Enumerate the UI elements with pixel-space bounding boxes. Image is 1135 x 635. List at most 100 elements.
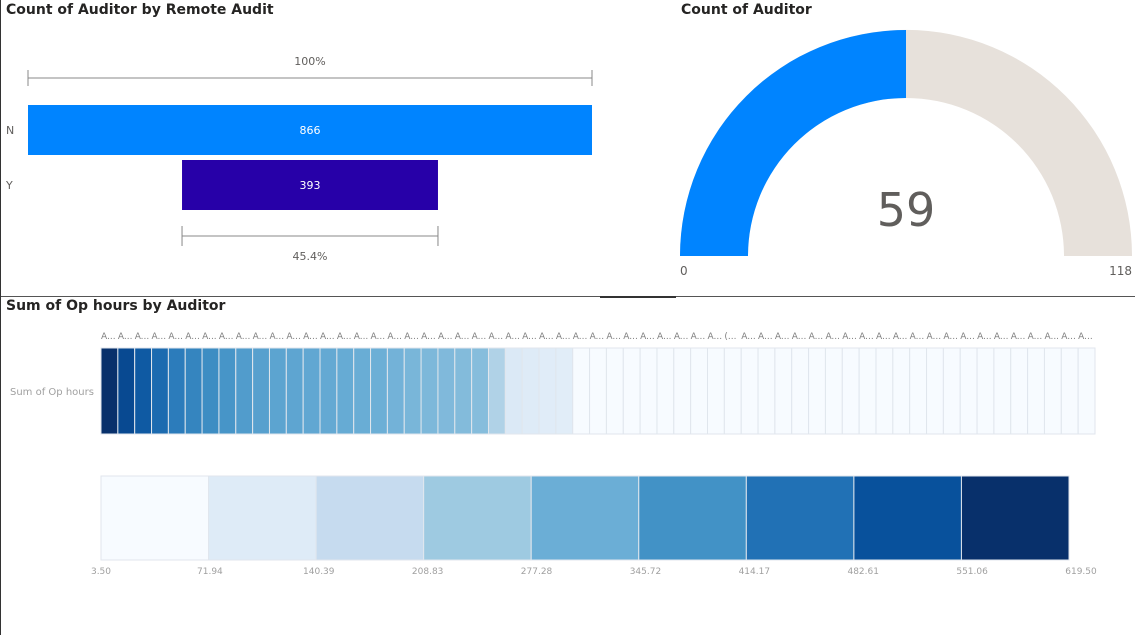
legend-swatch [853, 475, 962, 561]
legend-tick-label: 277.28 [521, 567, 553, 577]
heatmap-cell [268, 347, 287, 435]
heatmap-cell [420, 347, 439, 435]
legend-tick-label: 414.17 [739, 567, 771, 577]
legend-swatch [745, 475, 855, 561]
heatmap-column-label: A... [286, 332, 301, 342]
legend-swatch [208, 475, 317, 561]
heatmap-cell [622, 347, 641, 435]
heatmap-column-label: A... [606, 332, 621, 342]
funnel-top-annotation: 100% [294, 55, 325, 68]
heatmap-column-label: A... [623, 332, 638, 342]
heatmap-column-label: A... [505, 332, 520, 342]
funnel-chart-panel: Count of Auditor by Remote Audit 100% 866… [0, 0, 601, 296]
heatmap-column-label: A... [135, 332, 150, 342]
heatmap-column-label: A... [825, 332, 840, 342]
gauge-fill [680, 30, 906, 256]
heatmap-column-label: A... [404, 332, 419, 342]
heatmap-column-label: A... [741, 332, 756, 342]
heatmap-column-label: A... [994, 332, 1009, 342]
heatmap-column-label: A... [573, 332, 588, 342]
heatmap-cell [151, 347, 169, 435]
heatmap-column-label: A... [691, 332, 706, 342]
heatmap-column-label: A... [236, 332, 251, 342]
heatmap-cell [572, 347, 591, 435]
heatmap-column-label: A... [927, 332, 942, 342]
heatmap-column-label: A... [219, 332, 234, 342]
heatmap-column-label: A... [101, 332, 116, 342]
heatmap-cell [471, 347, 489, 435]
heatmap-column-label: A... [1061, 332, 1076, 342]
heatmap-cell [285, 347, 304, 435]
heatmap-row-label: Sum of Op hours [10, 387, 94, 398]
heatmap-column-label: A... [253, 332, 268, 342]
heatmap-cell [976, 347, 995, 435]
heatmap-cell [302, 347, 321, 435]
heatmap-cell [370, 347, 388, 435]
heatmap-cell [707, 347, 725, 435]
heatmap-cell [959, 347, 978, 435]
heatmap-cell [235, 347, 254, 435]
heatmap-cell [1077, 347, 1096, 435]
legend-swatch [530, 475, 640, 561]
legend-tick-label: 208.83 [412, 567, 444, 577]
gauge-chart: 59 0 118 [680, 29, 1132, 278]
heatmap-column-label: A... [893, 332, 908, 342]
heatmap-cell [656, 347, 675, 435]
heatmap-chart: Sum of Op hoursA... A... A... A... A... A... A… [10, 332, 1097, 577]
heatmap-column-label: A... [876, 332, 891, 342]
heatmap-cell [319, 347, 338, 435]
heatmap-column-label: A... [943, 332, 958, 342]
heatmap-column-label: A... [202, 332, 217, 342]
heatmap-cell [201, 347, 220, 435]
heatmap-column-label: A... [118, 332, 133, 342]
funnel-category-y: Y [5, 179, 13, 192]
gauge-max-label: 118 [1109, 264, 1132, 278]
heatmap-cell [218, 347, 237, 435]
heatmap-cell [774, 347, 793, 435]
heatmap-column-label: A... [320, 332, 335, 342]
heatmap-cell [909, 347, 928, 435]
heatmap-column-label: A... [758, 332, 773, 342]
legend-tick-label: 71.94 [197, 567, 223, 577]
heatmap-column-label: A... [303, 332, 318, 342]
heatmap-column-label: A... [354, 332, 369, 342]
heatmap-cell [1060, 347, 1079, 435]
heatmap-column-label: A... [472, 332, 487, 342]
gauge-value-label: 59 [877, 183, 936, 237]
heatmap-cell [252, 347, 270, 435]
heatmap-column-label: A... [387, 332, 402, 342]
heatmap-column-label: A... [1028, 332, 1043, 342]
heatmap-cell [336, 347, 355, 435]
legend-swatch [100, 475, 210, 561]
heatmap-column-label: A... [640, 332, 655, 342]
heatmap-cell [437, 347, 456, 435]
heatmap-column-label: A... [977, 332, 992, 342]
heatmap-cell [100, 347, 119, 435]
heatmap-column-label: A... [1078, 332, 1093, 342]
heatmap-cell [521, 347, 540, 435]
heatmap-cell [892, 347, 911, 435]
heatmap-column-label: A... [522, 332, 537, 342]
heatmap-cell [454, 347, 473, 435]
heatmap-cell [386, 347, 405, 435]
heatmap-cell [993, 347, 1012, 435]
heatmap-cell [740, 347, 759, 435]
heatmap-column-label: A... [674, 332, 689, 342]
heatmap-column-label: A... [421, 332, 436, 342]
heatmap-column-label: A... [438, 332, 453, 342]
heatmap-cell [589, 347, 607, 435]
legend-tick-label: 619.50 [1065, 567, 1097, 577]
heatmap-cell [504, 347, 523, 435]
heatmap-column-label: A... [269, 332, 284, 342]
heatmap-column-label: A... [657, 332, 672, 342]
heatmap-column-label: A... [539, 332, 554, 342]
heatmap-column-label: A... [590, 332, 605, 342]
legend-swatch [960, 475, 1070, 561]
heatmap-column-label: A... [455, 332, 470, 342]
heatmap-cell [723, 347, 742, 435]
gauge-min-label: 0 [680, 264, 688, 278]
funnel-bar-label-y: 393 [300, 179, 321, 192]
funnel-bottom-annotation: 45.4% [293, 250, 328, 263]
legend-tick-label: 345.72 [630, 567, 662, 577]
heatmap-cell [824, 347, 843, 435]
